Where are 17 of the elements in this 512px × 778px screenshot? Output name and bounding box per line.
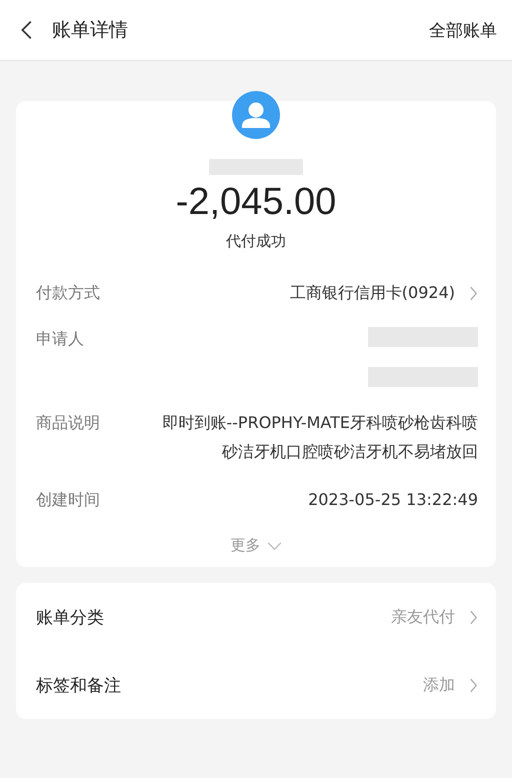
status-text: 代付成功 (226, 232, 286, 251)
chevron-right-icon (469, 678, 478, 692)
amount-text: -2,045.00 (176, 181, 336, 224)
all-bills-link[interactable]: 全部账单 (429, 18, 497, 42)
field-label: 创建时间 (36, 489, 100, 511)
chevron-right-icon (469, 286, 478, 300)
chevron-right-icon (469, 610, 478, 624)
field-value: 即时到账--PROPHY-MATE牙科喷砂枪齿科喷砂洁牙机口腔喷砂洁牙机不易堵放回 (161, 412, 478, 463)
option-row[interactable]: 账单分类 亲友代付 (36, 583, 478, 651)
field-label: 申请人 (36, 328, 84, 350)
back-icon[interactable] (20, 20, 32, 40)
page-title: 账单详情 (52, 18, 128, 43)
field-label: 商品说明 (36, 412, 100, 434)
field-value[interactable]: 工商银行信用卡(0924) (290, 281, 455, 305)
field-label: 付款方式 (36, 282, 100, 304)
option-row[interactable]: 标签和备注 添加 (36, 651, 478, 719)
field-value: 2023-05-25 13:22:49 (308, 489, 478, 511)
